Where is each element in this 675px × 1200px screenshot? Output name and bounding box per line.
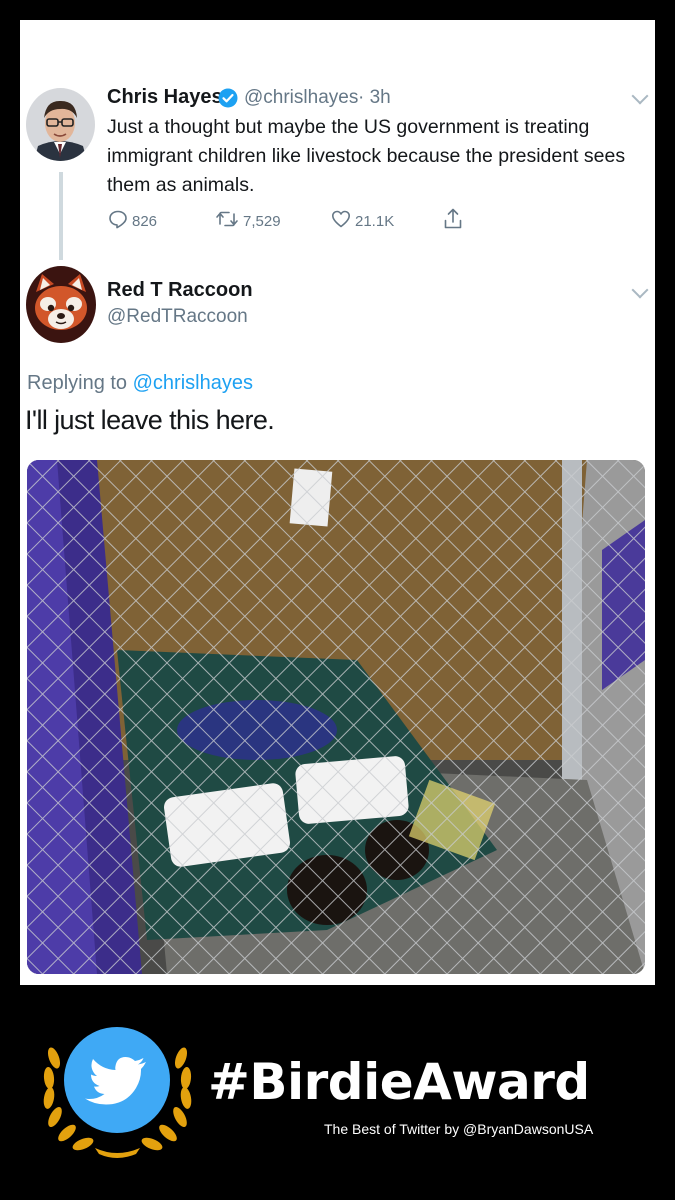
like-button[interactable]: 21.1K <box>331 209 394 233</box>
award-subtitle: The Best of Twitter by @BryanDawsonUSA <box>324 1121 594 1137</box>
share-icon <box>443 207 467 235</box>
reply-author-name[interactable]: Red T Raccoon <box>107 279 253 302</box>
share-button[interactable] <box>443 207 467 235</box>
author-handle[interactable]: @chrislhayes <box>244 87 358 109</box>
reply-author-handle[interactable]: @RedTRaccoon <box>107 306 248 328</box>
like-icon <box>331 209 355 233</box>
tweet-timestamp[interactable]: · 3h <box>358 87 391 109</box>
author-name[interactable]: Chris Hayes <box>107 86 223 109</box>
retweet-icon <box>215 209 243 233</box>
replying-to-line: Replying to @chrislhayes <box>27 372 253 395</box>
retweet-button[interactable]: 7,529 <box>215 209 281 233</box>
tweet-text: Just a thought but maybe the US governme… <box>107 116 626 196</box>
reply-text: I'll just leave this here. <box>25 405 275 435</box>
award-title: #BirdieAward <box>208 1053 590 1111</box>
laurel-wreath-icon <box>40 1047 195 1164</box>
red-t-raccoon-avatar[interactable] <box>26 266 96 343</box>
attached-photo[interactable] <box>27 460 645 974</box>
twitter-bird-icon <box>62 1025 172 1140</box>
reply-icon <box>108 209 132 233</box>
like-count: 21.1K <box>355 212 395 230</box>
thread-connector-line <box>59 172 63 260</box>
chris-hayes-avatar[interactable] <box>26 88 95 161</box>
replying-to-prefix: Replying to <box>27 372 128 394</box>
reply-count: 826 <box>132 212 158 230</box>
retweet-count: 7,529 <box>243 212 281 230</box>
verified-icon <box>218 88 238 113</box>
replying-to-handle-link[interactable]: @chrislhayes <box>133 372 253 394</box>
reply-button[interactable]: 826 <box>108 209 157 233</box>
